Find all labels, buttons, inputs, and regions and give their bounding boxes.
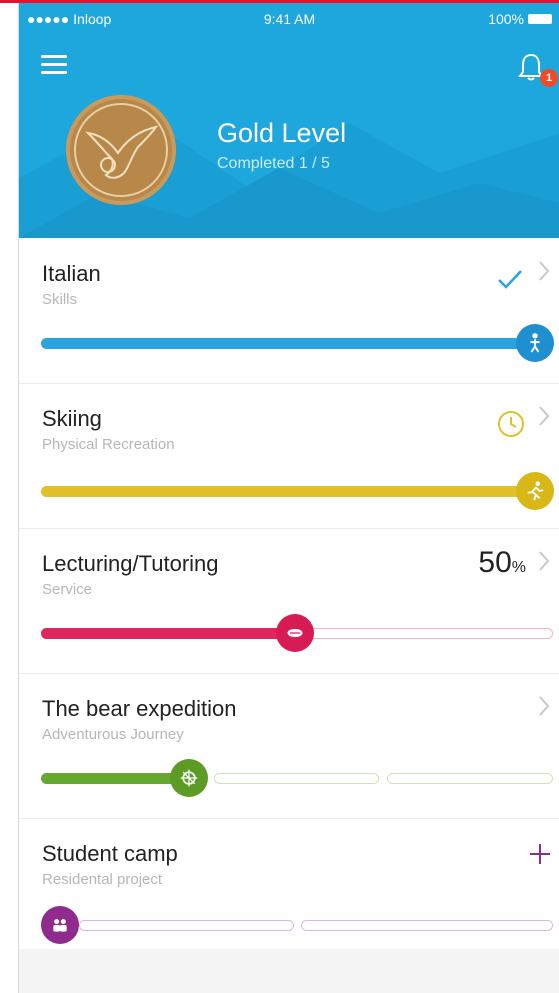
activity-row-bear-expedition[interactable]: The bear expedition Adventurous Journey	[19, 673, 559, 819]
activity-title: Student camp	[42, 841, 178, 866]
progress-segment	[301, 920, 553, 931]
activity-row-italian[interactable]: Italian Skills	[19, 238, 559, 384]
progress-bar	[41, 628, 297, 639]
activity-category: Skills	[42, 291, 78, 308]
notification-badge: 1	[540, 69, 558, 87]
runner-icon	[527, 481, 544, 501]
activity-row-skiing[interactable]: Skiing Physical Recreation	[19, 383, 559, 529]
clock-time: 9:41 AM	[263, 11, 316, 27]
phone-screen: ●●●●● Inloop 9:41 AM 100% 1 Gold Level C…	[18, 3, 559, 993]
progress-knob[interactable]	[276, 614, 314, 652]
progress-knob[interactable]	[516, 324, 554, 362]
clock-icon	[498, 411, 524, 437]
plus-icon[interactable]	[528, 842, 552, 866]
progress-bar	[41, 486, 541, 497]
activity-row-student-camp[interactable]: Student camp Residental project	[19, 818, 559, 963]
chevron-right-icon[interactable]	[538, 260, 550, 282]
activity-title: The bear expedition	[42, 696, 237, 721]
check-icon	[498, 270, 522, 289]
profile-header: ●●●●● Inloop 9:41 AM 100% 1 Gold Level C…	[19, 3, 559, 238]
level-medal	[66, 95, 176, 205]
progress-knob[interactable]	[41, 906, 79, 944]
group-icon	[53, 919, 67, 932]
activity-category: Physical Recreation	[42, 436, 175, 453]
progress-segment	[214, 773, 379, 784]
progress-knob[interactable]	[516, 472, 554, 510]
progress-segment	[387, 773, 553, 784]
activity-category: Residental project	[42, 871, 163, 888]
activity-title: Skiing	[42, 406, 102, 431]
battery-icon	[528, 14, 552, 24]
person-icon	[530, 333, 540, 353]
progress-segment	[79, 920, 294, 931]
battery-indicator: 100%	[488, 11, 552, 27]
activity-title: Italian	[42, 261, 101, 286]
handshake-icon	[287, 628, 303, 638]
activity-row-lecturing[interactable]: Lecturing/Tutoring Service 50%	[19, 528, 559, 674]
percent-value: 50	[478, 546, 512, 579]
activity-title: Lecturing/Tutoring	[42, 551, 219, 576]
progress-bar	[41, 773, 191, 784]
level-progress-text: Completed 1 / 5	[217, 155, 330, 172]
chevron-right-icon[interactable]	[538, 405, 550, 427]
medal-bird-icon	[85, 125, 159, 179]
battery-percent: 100%	[488, 11, 524, 27]
chevron-right-icon[interactable]	[538, 695, 550, 717]
progress-bar	[41, 338, 541, 349]
compass-icon	[180, 769, 198, 787]
bottom-bar	[19, 949, 559, 993]
chevron-right-icon[interactable]	[538, 550, 550, 572]
status-bar: ●●●●● Inloop 9:41 AM 100%	[19, 11, 559, 31]
progress-knob[interactable]	[170, 759, 208, 797]
activity-category: Service	[42, 581, 93, 598]
percent-unit: %	[511, 559, 526, 576]
menu-icon[interactable]	[41, 55, 67, 75]
progress-percent: 50%	[478, 546, 526, 580]
level-title: Gold Level	[217, 118, 347, 148]
activity-category: Adventurous Journey	[42, 726, 184, 743]
